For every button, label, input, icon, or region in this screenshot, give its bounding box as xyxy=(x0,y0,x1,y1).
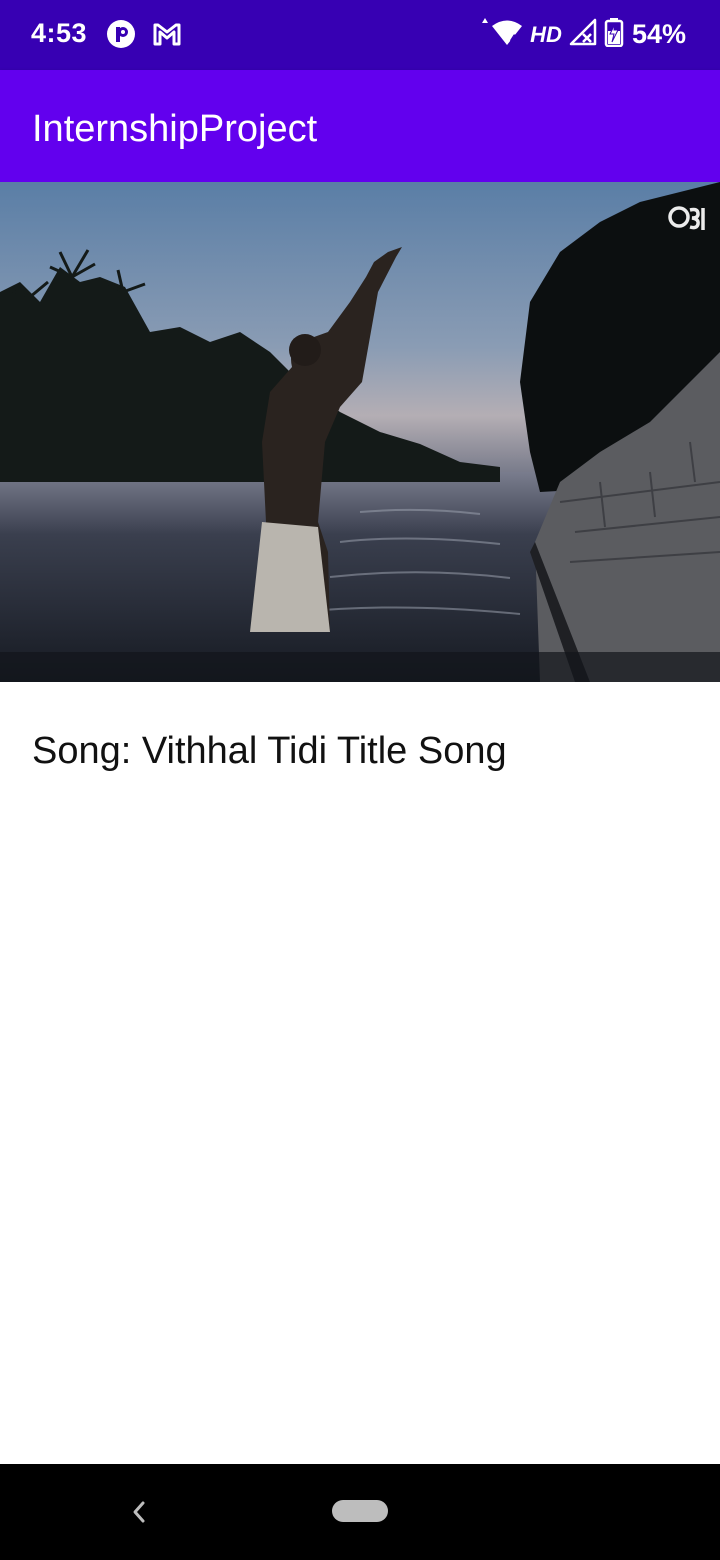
video-frame xyxy=(0,182,720,682)
status-bar: 4:53 4 HD 54% xyxy=(0,0,720,70)
home-pill-icon[interactable] xyxy=(332,1500,388,1522)
wifi-badge: 4 xyxy=(510,32,517,46)
network-label: HD xyxy=(530,21,562,47)
notification-app-icon xyxy=(106,19,136,54)
back-icon[interactable] xyxy=(126,1497,152,1532)
song-title: Song: Vithhal Tidi Title Song xyxy=(32,730,507,772)
cell-signal-icon xyxy=(568,17,598,52)
video-watermark-logo xyxy=(668,202,706,232)
status-time: 4:53 xyxy=(31,18,88,48)
status-right-icons: 4 HD 54% xyxy=(480,17,686,52)
gmail-icon xyxy=(152,19,182,54)
app-title: InternshipProject xyxy=(32,108,318,150)
battery-icon xyxy=(604,17,624,52)
app-bar: InternshipProject xyxy=(0,70,720,182)
video-player[interactable] xyxy=(0,182,720,682)
battery-percent: 54% xyxy=(631,19,686,49)
wifi-icon: 4 xyxy=(480,17,524,52)
status-left-icons xyxy=(106,19,182,54)
